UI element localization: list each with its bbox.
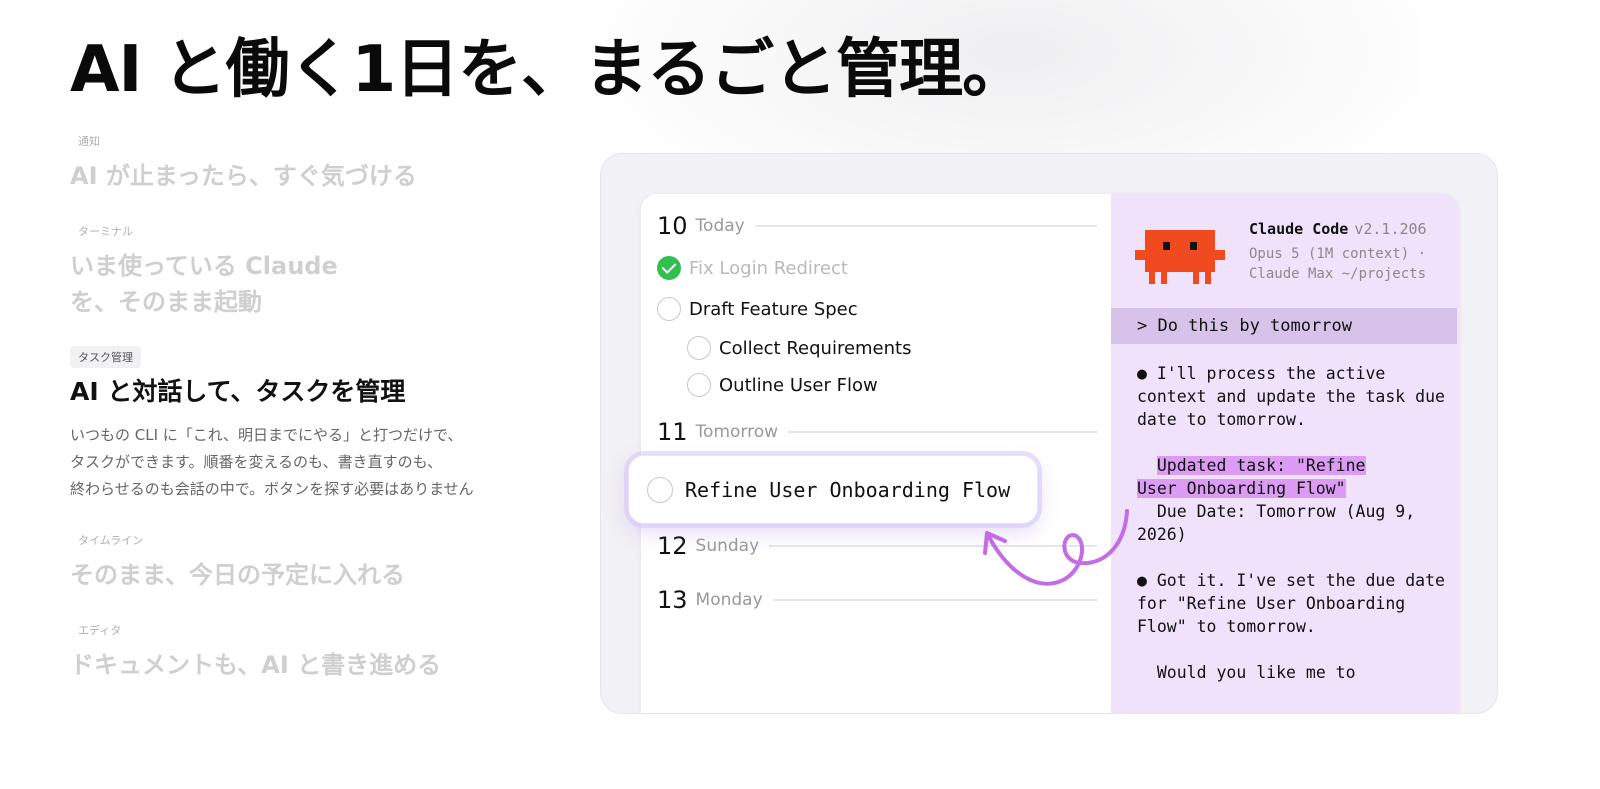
- feature-tag: ターミナル: [78, 225, 133, 238]
- feature-notifications[interactable]: 通知 AI が止まったら、すぐ気づける: [70, 130, 560, 194]
- subtask-item[interactable]: Outline User Flow: [687, 373, 878, 397]
- feature-tag: エディタ: [78, 624, 122, 637]
- feature-title: いま使っている Claude を、そのまま起動: [70, 252, 338, 316]
- demo-panel: 10 Today Fix Login Redirect Draft Featur…: [600, 153, 1498, 714]
- day-label: Sunday: [695, 536, 760, 556]
- plan-info: Claude Max ~/projects: [1249, 266, 1427, 282]
- task-item[interactable]: Fix Login Redirect: [657, 256, 848, 280]
- assistant-message: Would you like me to: [1137, 663, 1356, 682]
- page-headline: AI と働く1日を、まるごと管理。: [70, 33, 1026, 107]
- highlight-text: Updated task: "Refine: [1156, 456, 1366, 475]
- day-header-today: 10 Today: [657, 212, 1097, 240]
- curved-arrow-icon: [983, 509, 1129, 586]
- feature-title: AI と対話して、タスクを管理: [70, 377, 406, 406]
- day-number: 13: [657, 586, 688, 614]
- app-name: Claude Code: [1249, 220, 1349, 238]
- subtask-item[interactable]: Collect Requirements: [687, 336, 911, 360]
- day-label: Monday: [695, 590, 763, 610]
- highlight-text: User Onboarding Flow": [1137, 479, 1346, 498]
- terminal-output: ● I'll process the active context and up…: [1137, 362, 1447, 707]
- task-title: Fix Login Redirect: [689, 257, 848, 279]
- day-label: Tomorrow: [695, 422, 779, 442]
- day-number: 11: [657, 418, 688, 446]
- task-checkbox[interactable]: [687, 336, 711, 360]
- task-title: Draft Feature Spec: [689, 298, 858, 320]
- assistant-message: ● Got it. I've set the due date for "Ref…: [1137, 571, 1455, 636]
- feature-tag: タイムライン: [78, 534, 144, 547]
- feature-tag: タスク管理: [70, 346, 141, 368]
- day-header-tomorrow: 11 Tomorrow: [657, 418, 1097, 446]
- day-divider: [772, 599, 1097, 601]
- terminal-prompt[interactable]: > Do this by tomorrow: [1111, 308, 1457, 344]
- day-number: 12: [657, 532, 688, 560]
- calendar-pane: 10 Today Fix Login Redirect Draft Featur…: [641, 194, 1111, 713]
- day-divider: [788, 431, 1097, 433]
- claude-mascot-icon: [1135, 230, 1225, 284]
- day-divider: [754, 225, 1097, 227]
- feature-description: いつもの CLI に「これ、明日までにやる」と打つだけで、 タスクができます。順…: [70, 426, 474, 498]
- tool-result: Updated task: "Refine User Onboarding Fl…: [1137, 454, 1447, 546]
- task-title: Collect Requirements: [719, 337, 912, 359]
- day-number: 10: [657, 212, 688, 240]
- terminal-app-name: Claude Code v2.1.206: [1249, 220, 1427, 238]
- feature-title: ドキュメントも、AI と書き進める: [70, 651, 442, 679]
- feature-title: AI が止まったら、すぐ気づける: [70, 162, 417, 190]
- task-checkbox[interactable]: [657, 297, 681, 321]
- task-title: Outline User Flow: [719, 374, 878, 396]
- assistant-message: ● I'll process the active context and up…: [1137, 364, 1455, 429]
- terminal-context: Opus 5 (1M context) · Claude Max ~/proje…: [1249, 244, 1426, 284]
- feature-title: そのまま、今日の予定に入れる: [70, 561, 406, 589]
- day-label: Today: [695, 216, 745, 236]
- due-date-line: Due Date: Tomorrow (Aug 9, 2026): [1137, 502, 1426, 544]
- feature-editor[interactable]: エディタ ドキュメントも、AI と書き進める: [70, 619, 560, 683]
- terminal-pane: Claude Code v2.1.206 Opus 5 (1M context) …: [1111, 194, 1459, 713]
- task-item[interactable]: Draft Feature Spec: [657, 297, 858, 321]
- feature-list: 通知 AI が止まったら、すぐ気づける ターミナル いま使っている Claude…: [70, 130, 560, 709]
- checkmark-icon[interactable]: [657, 256, 681, 280]
- feature-timeline[interactable]: タイムライン そのまま、今日の予定に入れる: [70, 529, 560, 593]
- app-version: v2.1.206: [1354, 220, 1427, 238]
- task-checkbox[interactable]: [687, 373, 711, 397]
- task-checkbox[interactable]: [647, 476, 673, 503]
- task-title: Refine User Onboarding Flow: [685, 477, 1011, 502]
- model-info: Opus 5 (1M context) ·: [1249, 246, 1427, 262]
- feature-terminal[interactable]: ターミナル いま使っている Claude を、そのまま起動: [70, 220, 560, 320]
- app-window: 10 Today Fix Login Redirect Draft Featur…: [641, 194, 1459, 713]
- feature-tag: 通知: [78, 135, 100, 148]
- feature-task-management[interactable]: タスク管理 AI と対話して、タスクを管理 いつもの CLI に「これ、明日まで…: [70, 346, 560, 503]
